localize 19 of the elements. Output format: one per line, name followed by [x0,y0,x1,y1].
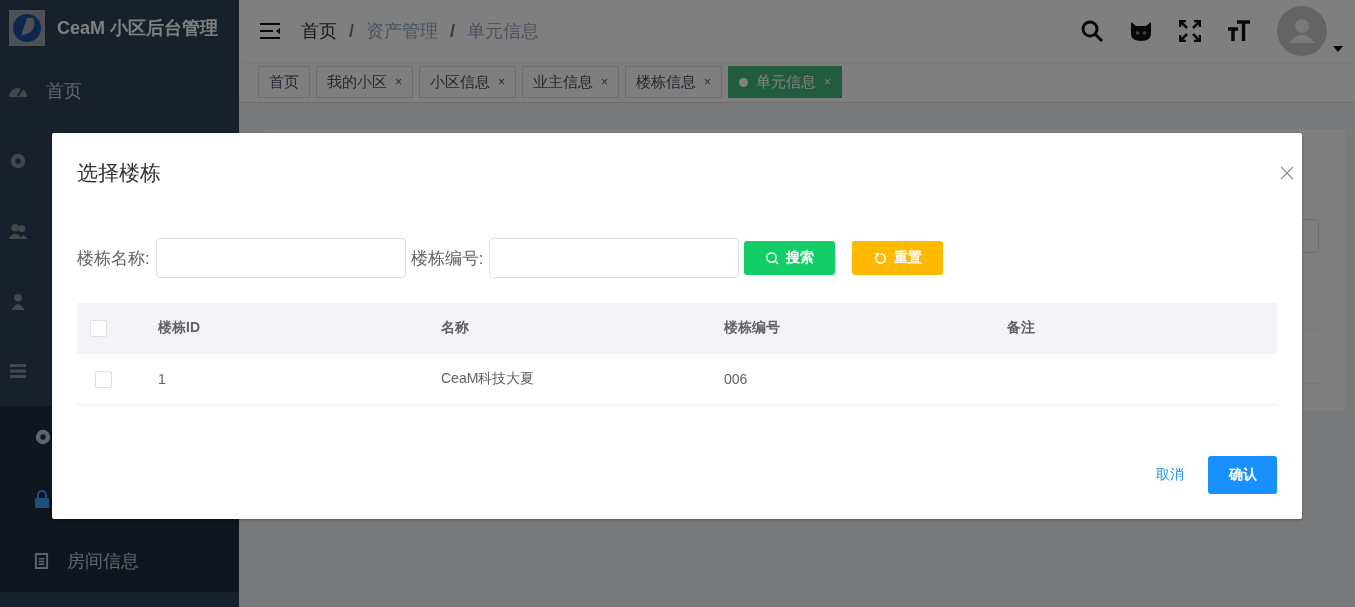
column-header: 楼栋ID [158,319,200,335]
dialog-title: 选择楼栋 [77,160,161,186]
breadcrumb-separator: / [450,20,456,42]
column-header: 名称 [441,319,469,335]
column-header: 备注 [1007,319,1035,335]
tab-label: 首页 [269,72,299,92]
breadcrumb-separator: / [349,20,354,42]
app-title: CeaM 小区后台管理 [57,17,218,40]
tab-label: 业主信息 [533,72,594,92]
column-header: 楼栋编号 [724,319,780,335]
field-label: 楼栋编号: [410,247,484,270]
tab-label: 我的小区 [327,72,387,92]
tab-label: 楼栋信息 [636,72,697,92]
tab-label: 单元信息 [756,72,817,92]
field-label: 楼栋名称: [77,247,150,270]
table-cell: CeaM科技大夏 [441,370,535,386]
table-cell: 1 [158,371,166,387]
tab-label: 小区信息 [430,72,490,92]
table-cell: 006 [724,371,748,387]
